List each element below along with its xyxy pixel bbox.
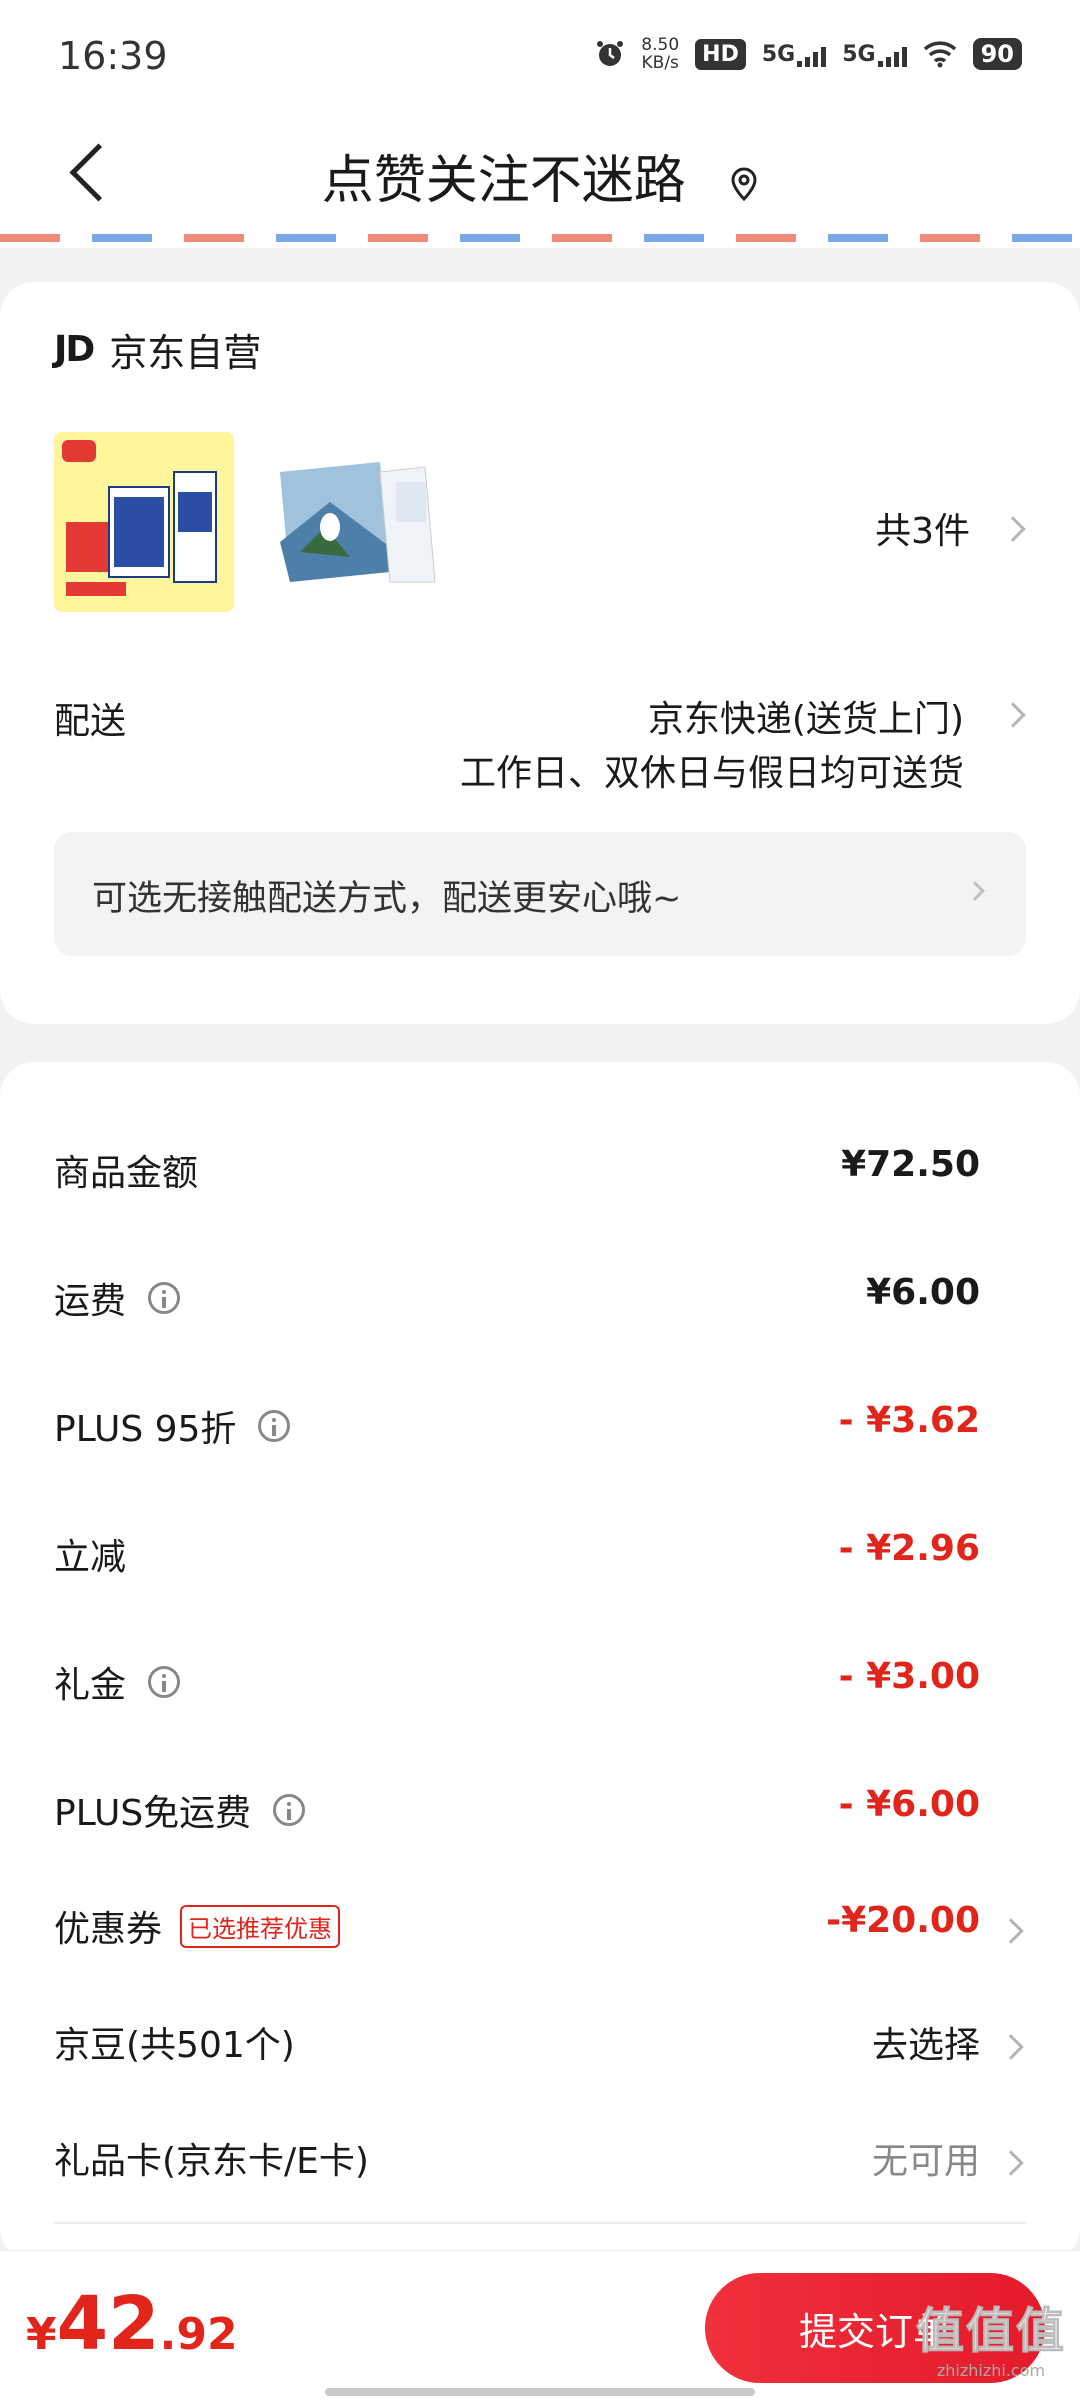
speed-unit: KB/s [641, 53, 679, 73]
contactless-notice-text: 可选无接触配送方式，配送更安心哦~ [92, 879, 682, 919]
info-icon[interactable] [148, 1666, 181, 1698]
coupon-value: -¥20.00 [826, 1900, 980, 1941]
total-decimal: .92 [159, 2309, 238, 2360]
shipping-row: 运费 ¥6.00 [54, 1272, 1026, 1352]
chevron-right-icon [998, 2150, 1024, 2176]
envelope-border [0, 234, 1080, 248]
watermark-site: zhizhizhi.com [936, 2361, 1046, 2380]
milk-box-image-1 [54, 432, 234, 612]
info-icon[interactable] [258, 1410, 291, 1442]
shipping-label-wrap: 运费 [54, 1272, 181, 1324]
chevron-right-icon[interactable] [1000, 516, 1026, 542]
delivery-schedule: 工作日、双休日与假日均可送货 [459, 753, 964, 794]
coupon-status-badge: 已选推荐优惠 [180, 1904, 341, 1948]
gift-money-label: 礼金 [54, 1665, 127, 1706]
status-icons: 8.50 KB/s HD 5G 5G 90 [595, 36, 1022, 72]
gift-card-value: 无可用 [871, 2141, 980, 2182]
total-price: ¥42.92 [26, 2281, 238, 2367]
instant-discount-label: 立减 [54, 1537, 127, 1578]
status-bar: 16:39 8.50 KB/s HD 5G 5G 90 [0, 0, 1080, 110]
net-label-2: 5G [842, 41, 876, 67]
divider [54, 2222, 1026, 2224]
chevron-right-icon [965, 881, 985, 901]
checkout-bar: ¥42.92 提交订单 值值值 zhizhizhi.com [0, 2250, 1080, 2400]
plus-free-shipping-label: PLUS免运费 [54, 1793, 252, 1834]
order-card: JD 京东自营 共3件 配送 京东快递(送货上门) 工作日、双休日与假日均可送货 [0, 282, 1080, 1024]
watermark: 值值值 zhizhizhi.com [915, 2291, 1066, 2381]
total-integer: 42 [56, 2281, 160, 2367]
chevron-right-icon [998, 2034, 1024, 2060]
gift-card-label: 礼品卡(京东卡/E卡) [54, 2141, 369, 2182]
jd-logo-icon: JD [54, 329, 95, 370]
shipping-label: 运费 [54, 1281, 127, 1322]
chevron-right-icon [998, 1918, 1024, 1944]
plus-ship-label-wrap: PLUS免运费 [54, 1784, 306, 1836]
signal-icon-1: 5G [761, 41, 827, 67]
jd-beans-label: 京豆(共501个) [54, 2025, 295, 2066]
contactless-delivery-banner[interactable]: 可选无接触配送方式，配送更安心哦~ [54, 832, 1026, 956]
net-label-1: 5G [761, 41, 796, 67]
gift-money-row: 礼金 - ¥3.00 [54, 1656, 1026, 1736]
network-speed: 8.50 KB/s [641, 36, 679, 72]
currency-symbol: ¥ [26, 2309, 57, 2360]
instant-discount-value: - ¥2.96 [838, 1528, 980, 1569]
alarm-icon [597, 41, 624, 66]
plus-discount-label: PLUS 95折 [54, 1409, 237, 1450]
status-time: 16:39 [58, 34, 168, 78]
plus-discount-value: - ¥3.62 [838, 1400, 980, 1441]
delivery-label: 配送 [54, 701, 127, 742]
plus-free-shipping-value: - ¥6.00 [838, 1784, 980, 1825]
battery-icon: 90 [972, 38, 1022, 70]
location-pin-icon [731, 167, 757, 201]
shop-name: 京东自营 [109, 331, 262, 375]
coupon-label-wrap: 优惠券 已选推荐优惠 [54, 1900, 341, 1952]
signal-icon-2: 5G [842, 41, 907, 67]
info-icon[interactable] [273, 1794, 306, 1826]
plus-label-wrap: PLUS 95折 [54, 1400, 291, 1452]
instant-discount-row: 立减 - ¥2.96 [54, 1528, 1026, 1608]
milk-box-image-2 [270, 432, 450, 612]
wifi-icon [923, 41, 956, 68]
chevron-right-icon[interactable] [1000, 702, 1026, 728]
watermark-logo-icon: 值值值 [915, 2303, 1066, 2360]
home-indicator[interactable] [325, 2388, 755, 2396]
plus-discount-row: PLUS 95折 - ¥3.62 [54, 1400, 1026, 1480]
coupon-row[interactable]: 优惠券 已选推荐优惠 -¥20.00 [54, 1900, 1026, 1980]
goods-amount-label: 商品金额 [54, 1153, 199, 1194]
product-thumbnail-2[interactable] [270, 432, 450, 612]
goods-amount-row: 商品金额 ¥72.50 [54, 1144, 1026, 1224]
product-thumbnail-1[interactable] [54, 432, 234, 612]
goods-amount-value: ¥72.50 [841, 1144, 980, 1185]
coupon-label: 优惠券 [54, 1909, 163, 1950]
top-nav: 点赞关注不迷路 [0, 110, 1080, 240]
shipping-value: ¥6.00 [866, 1272, 980, 1313]
plus-free-shipping-row: PLUS免运费 - ¥6.00 [54, 1784, 1026, 1864]
gift-money-value: - ¥3.00 [838, 1656, 980, 1697]
price-summary-card: 商品金额 ¥72.50 运费 ¥6.00 PLUS 95折 - ¥3.62 立减… [0, 1062, 1080, 2262]
jd-beans-value: 去选择 [871, 2025, 980, 2066]
delivery-method[interactable]: 京东快递(送货上门) [648, 690, 964, 742]
hd-icon: HD [695, 38, 746, 70]
gift-label-wrap: 礼金 [54, 1656, 181, 1708]
speed-value: 8.50 [641, 35, 680, 55]
page-title: 点赞关注不迷路 [321, 151, 686, 211]
info-icon[interactable] [148, 1282, 181, 1314]
page-title-wrap[interactable]: 点赞关注不迷路 [0, 138, 1080, 213]
shop-header: JD 京东自营 [54, 322, 261, 377]
jd-beans-row[interactable]: 京豆(共501个) 去选择 [54, 2016, 1026, 2096]
item-count[interactable]: 共3件 [875, 502, 970, 554]
gift-card-row[interactable]: 礼品卡(京东卡/E卡) 无可用 [54, 2132, 1026, 2212]
